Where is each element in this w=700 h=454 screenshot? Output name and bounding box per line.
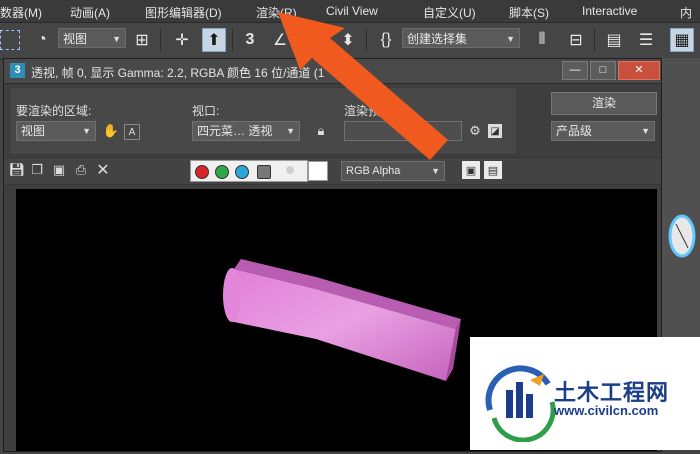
menu-animation[interactable]: 动画(A) [70, 4, 110, 21]
window-crossing-icon[interactable]: ◔ [30, 28, 54, 52]
chevron-down-icon: ▼ [112, 34, 121, 44]
lock-icon[interactable]: 🔒︎ [312, 122, 330, 140]
viewport-label: 视口: [192, 104, 220, 118]
chevron-down-icon: ▼ [286, 126, 295, 136]
swatch-color-icon[interactable] [308, 161, 328, 181]
app-logo-icon: 3 [10, 63, 25, 78]
toolbar-separator [232, 29, 233, 51]
move-gizmo-icon[interactable]: ✛ [170, 28, 194, 52]
area-to-render-value: 视图 [21, 124, 46, 138]
red-channel-toggle[interactable] [195, 165, 209, 179]
box-left-cap [223, 268, 241, 322]
watermark: 土木工程网 www.civilcn.com [470, 337, 700, 450]
edit-named-selection-icon[interactable]: {} [374, 28, 398, 52]
auto-region-icon[interactable]: A [124, 124, 140, 140]
main-toolbar: ◔ 视图 ▼ ⊞ ✛ ⬆ 3 ∠ % ⬍ {} 创建选择集 ▼ ⫴ ⊟ ▤ ☰ … [0, 23, 700, 60]
copy-image-icon[interactable]: ❐ [28, 161, 46, 179]
toolbar-separator [594, 29, 595, 51]
viewport-value: 四元菜… 透视 [197, 124, 273, 138]
render-preset-combo[interactable] [344, 121, 462, 141]
hand-pan-icon[interactable]: ✋ [102, 122, 120, 140]
print-image-icon[interactable]: ⎙ [72, 161, 90, 179]
chevron-down-icon: ▼ [641, 126, 650, 136]
display-channel-value: RGB Alpha [346, 165, 401, 177]
menu-civil-view[interactable]: Civil View [326, 4, 378, 18]
chevron-down-icon: ▼ [431, 166, 440, 176]
scene-explorer-icon[interactable]: ☰ [634, 28, 658, 52]
toggle-ui-icon[interactable]: ▤ [484, 161, 502, 179]
toolbar-separator [366, 29, 367, 51]
clone-window-icon[interactable]: ▣ [50, 161, 68, 179]
render-button[interactable]: 渲染 [551, 92, 657, 115]
green-channel-toggle[interactable] [215, 165, 229, 179]
save-image-icon[interactable]: 💾︎ [8, 161, 26, 179]
render-setup-icon[interactable]: ⚙ [466, 122, 484, 140]
menu-graph-editors[interactable]: 图形编辑器(D) [145, 4, 222, 21]
render-settings-panel: 要渲染的区域: 视图 ▼ ✋ A 视口: 四元菜… 透视 ▼ 🔒︎ 渲染预设: … [9, 87, 517, 155]
watermark-url: www.civilcn.com [554, 403, 659, 418]
spinner-snap-icon[interactable]: ⬍ [336, 28, 360, 52]
minimize-button[interactable]: — [562, 61, 588, 80]
named-selection-combo[interactable]: 创建选择集 ▼ [402, 28, 520, 48]
ribbon-toggle-icon[interactable]: ▦ [670, 28, 694, 52]
menu-customize[interactable]: 自定义(U) [423, 4, 476, 21]
render-quality-combo[interactable]: 产品级 ▼ [551, 121, 655, 141]
brand-logo-icon [485, 365, 556, 442]
close-button[interactable]: ✕ [618, 61, 660, 80]
area-to-render-combo[interactable]: 视图 ▼ [16, 121, 96, 141]
menu-more[interactable]: 内 [680, 4, 692, 21]
align-icon[interactable]: ⊟ [564, 28, 588, 52]
menu-scripting[interactable]: 脚本(S) [509, 4, 549, 21]
named-selection-value: 创建选择集 [407, 32, 468, 46]
render-window-title: 透视, 帧 0, 显示 Gamma: 2.2, RGBA 颜色 16 位/通道 … [31, 66, 325, 80]
blue-channel-toggle[interactable] [235, 165, 249, 179]
menu-rendering[interactable]: 渲染(R) [256, 4, 297, 21]
toolbar-separator [160, 29, 161, 51]
chevron-down-icon: ▼ [82, 126, 91, 136]
select-region-icon[interactable] [0, 30, 20, 50]
render-preset-label: 渲染预设: [344, 104, 396, 118]
display-channel-combo[interactable]: RGB Alpha ▼ [341, 161, 445, 181]
clear-icon[interactable]: ✕ [94, 161, 112, 179]
viewport-combo[interactable]: 四元菜… 透视 ▼ [192, 121, 300, 141]
mirror-icon[interactable]: ⫴ [530, 28, 554, 52]
monochrome-icon[interactable] [286, 166, 294, 174]
pivot-center-icon[interactable]: ⊞ [130, 28, 154, 52]
chevron-down-icon: ▼ [506, 34, 515, 44]
toggle-ui-overlay-icon[interactable]: ▣ [462, 161, 480, 179]
maximize-button[interactable]: □ [590, 61, 616, 80]
menu-bar: 数器(M) 动画(A) 图形编辑器(D) 渲染(R) Civil View 自定… [0, 0, 700, 23]
menu-interactive[interactable]: Interactive [582, 4, 637, 18]
reference-coordinate-combo[interactable]: 视图 ▼ [58, 28, 126, 48]
menu-modifiers[interactable]: 数器(M) [0, 4, 42, 21]
area-to-render-label: 要渲染的区域: [16, 104, 92, 118]
environment-effects-icon[interactable]: ◪ [488, 124, 502, 138]
alpha-channel-toggle[interactable] [257, 165, 271, 179]
layer-manager-icon[interactable]: ▤ [602, 28, 626, 52]
render-subtoolbar: 💾︎ ❐ ▣ ⎙ ✕ RGB Alpha ▼ ▣ ▤ [4, 157, 661, 185]
reference-coordinate-value: 视图 [63, 32, 88, 46]
select-manipulate-icon[interactable]: ⬆ [202, 28, 226, 52]
render-window-titlebar[interactable]: 3 透视, 帧 0, 显示 Gamma: 2.2, RGBA 颜色 16 位/通… [4, 59, 661, 84]
angle-snap-icon[interactable]: ∠ [268, 28, 292, 52]
percent-snap-icon[interactable]: % [306, 28, 330, 52]
render-quality-value: 产品级 [556, 124, 593, 138]
snap-3d-icon[interactable]: 3 [238, 28, 262, 52]
